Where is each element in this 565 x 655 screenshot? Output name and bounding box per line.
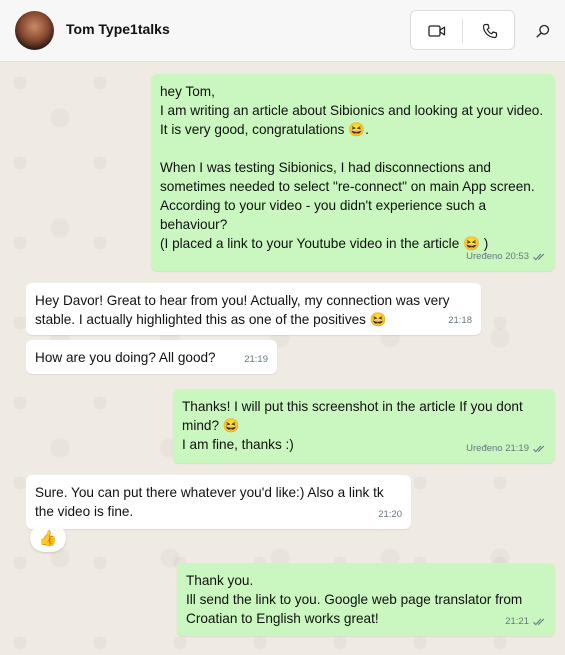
message-text: Hey Davor! Great to hear from you! Actua… <box>35 293 454 327</box>
call-button-group <box>410 10 515 50</box>
video-call-icon <box>428 25 446 37</box>
call-divider <box>462 19 463 43</box>
message-bubble-incoming[interactable]: Hey Davor! Great to hear from you! Actua… <box>26 283 481 335</box>
message-timestamp: 21:21 <box>505 616 529 627</box>
message-list[interactable]: hey Tom, I am writing an article about S… <box>0 63 565 655</box>
message-meta: Uređeno 21:19 <box>466 439 546 458</box>
chat-header: Tom Type1talks <box>0 0 565 62</box>
contact-name[interactable]: Tom Type1talks <box>66 21 170 37</box>
voice-call-button[interactable] <box>464 11 516 51</box>
message-meta: Uređeno 20:53 <box>466 247 546 266</box>
message-timestamp: Uređeno 21:19 <box>466 443 529 454</box>
message-text: Thank you. Ill send the link to you. Goo… <box>186 573 523 626</box>
message-meta: 21:18 <box>448 311 472 330</box>
search-button[interactable] <box>530 18 556 44</box>
double-check-icon <box>533 445 545 452</box>
video-call-button[interactable] <box>411 11 463 51</box>
message-reaction[interactable]: 👍 <box>30 524 66 552</box>
contact-avatar[interactable] <box>15 11 54 50</box>
double-check-icon <box>533 618 545 625</box>
message-text: How are you doing? All good? <box>35 350 216 365</box>
message-meta: 21:21 <box>505 612 546 631</box>
message-bubble-outgoing[interactable]: hey Tom, I am writing an article about S… <box>151 74 555 271</box>
message-bubble-incoming[interactable]: How are you doing? All good? 21:19 <box>26 340 277 374</box>
message-bubble-outgoing[interactable]: Thanks! I will put this screenshot in th… <box>173 389 555 463</box>
message-meta: 21:20 <box>378 505 402 524</box>
message-timestamp: 21:19 <box>244 354 268 365</box>
message-bubble-outgoing[interactable]: Thank you. Ill send the link to you. Goo… <box>177 563 555 636</box>
message-meta: 21:19 <box>244 350 268 369</box>
message-bubble-incoming[interactable]: Sure. You can put there whatever you'd l… <box>26 475 411 529</box>
voice-call-icon <box>482 23 498 39</box>
double-check-icon <box>533 253 545 260</box>
message-text: hey Tom, I am writing an article about S… <box>160 84 544 251</box>
message-timestamp: Uređeno 20:53 <box>466 251 529 262</box>
search-icon <box>536 24 550 38</box>
message-timestamp: 21:18 <box>448 315 472 326</box>
thumbs-up-icon: 👍 <box>38 530 58 547</box>
message-timestamp: 21:20 <box>378 509 402 520</box>
message-text: Sure. You can put there whatever you'd l… <box>35 485 388 519</box>
